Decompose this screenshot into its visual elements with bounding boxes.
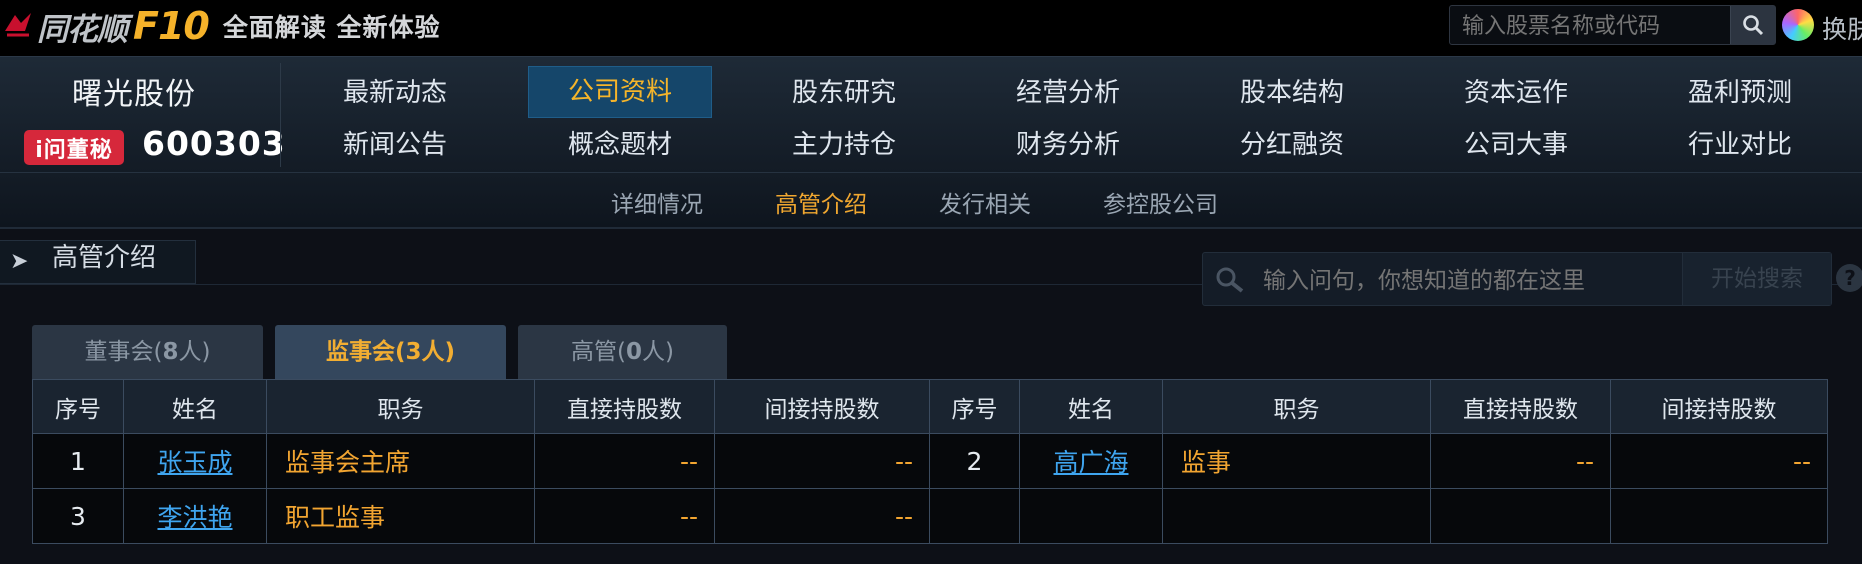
- tab-supervisory-board[interactable]: 监事会(3人): [275, 325, 506, 379]
- tab-unit: 人: [178, 339, 202, 365]
- col-header-position: 职务: [1162, 379, 1431, 434]
- nav-dividend-financing[interactable]: 分红融资: [1200, 121, 1384, 169]
- col-header-name: 姓名: [1019, 379, 1163, 434]
- cell-direct-shares: --: [534, 488, 715, 544]
- cell-direct-shares: --: [534, 433, 715, 489]
- tab-unit: 人: [642, 339, 665, 365]
- tab-board-of-directors[interactable]: 董事会(8人): [32, 325, 263, 379]
- subnav-subsidiaries[interactable]: 参控股公司: [1103, 185, 1218, 219]
- stock-search-input[interactable]: [1460, 6, 1734, 46]
- sub-nav: 详细情况 高管介绍 发行相关 参控股公司: [0, 172, 1862, 229]
- col-header-indirect-shares: 间接持股数: [714, 379, 930, 434]
- cell-position: 职工监事: [266, 488, 535, 544]
- stock-search-box: [1449, 5, 1776, 46]
- cell-position: 监事会主席: [266, 433, 535, 489]
- arrow-right-icon: ➤: [10, 249, 29, 274]
- person-link[interactable]: 李洪艳: [157, 503, 232, 532]
- table-header-row: 序号 姓名 职务 直接持股数 间接持股数 序号 姓名 职务 直接持股数 间接持股…: [32, 379, 1828, 434]
- cell-indirect-shares: --: [1610, 433, 1828, 489]
- stock-search-button[interactable]: [1730, 6, 1775, 44]
- nav-concept-themes[interactable]: 概念题材: [528, 121, 712, 169]
- nav-business-analysis[interactable]: 经营分析: [976, 69, 1160, 117]
- cell-position: [1162, 488, 1431, 544]
- tab-count: 8: [162, 339, 179, 365]
- stock-header: 曙光股份 i问董秘 600303 最新动态 公司资料 股东研究 经营分析 股本结…: [0, 56, 1862, 173]
- subnav-details[interactable]: 详细情况: [611, 185, 703, 219]
- cell-no: 2: [929, 433, 1020, 489]
- question-input[interactable]: [1261, 253, 1665, 307]
- help-icon[interactable]: ?: [1836, 264, 1862, 292]
- logo-name: 同花顺: [37, 11, 128, 48]
- supervisors-table: 序号 姓名 职务 直接持股数 间接持股数 序号 姓名 职务 直接持股数 间接持股…: [32, 379, 1828, 544]
- cell-no: 1: [32, 433, 124, 489]
- question-search-box: 开始搜索: [1202, 252, 1832, 307]
- nav-main-holdings[interactable]: 主力持仓: [752, 121, 936, 169]
- start-search-button[interactable]: 开始搜索: [1682, 253, 1831, 305]
- logo-slogan: 全面解读 全新体验: [222, 13, 441, 42]
- section-title: 高管介绍: [52, 243, 157, 273]
- top-bar: 同花顺 F10 全面解读 全新体验 换肤: [0, 0, 1862, 56]
- skin-palette-icon[interactable]: [1782, 9, 1814, 41]
- skin-switch-label[interactable]: 换肤: [1822, 10, 1862, 46]
- person-link[interactable]: 高广海: [1053, 448, 1128, 477]
- tab-unit: 人: [421, 339, 445, 365]
- table-row: 1 张玉成 监事会主席 -- -- 2 高广海 监事 -- --: [32, 433, 1828, 489]
- nav-profit-forecast[interactable]: 盈利预测: [1648, 69, 1832, 117]
- cell-direct-shares: --: [1430, 433, 1611, 489]
- tab-label: 高管: [571, 339, 617, 365]
- nav-company-info[interactable]: 公司资料: [528, 66, 712, 118]
- ask-secretary-button[interactable]: i问董秘: [24, 130, 124, 165]
- nav-latest-news[interactable]: 最新动态: [303, 69, 487, 117]
- nav-financial-analysis[interactable]: 财务分析: [976, 121, 1160, 169]
- col-header-no: 序号: [32, 379, 124, 434]
- company-name: 曙光股份: [72, 77, 196, 112]
- col-header-name: 姓名: [123, 379, 267, 434]
- cell-indirect-shares: [1610, 488, 1828, 544]
- person-link[interactable]: 张玉成: [157, 448, 232, 477]
- cell-name: 李洪艳: [123, 488, 267, 544]
- col-header-position: 职务: [266, 379, 535, 434]
- tab-label: 董事会: [84, 339, 154, 365]
- nav-share-structure[interactable]: 股本结构: [1200, 69, 1384, 117]
- cell-position: 监事: [1162, 433, 1431, 489]
- cell-indirect-shares: --: [714, 488, 930, 544]
- subnav-issuance[interactable]: 发行相关: [939, 185, 1031, 219]
- search-icon: [1216, 267, 1244, 293]
- search-icon: [1743, 15, 1764, 36]
- col-header-direct-shares: 直接持股数: [534, 379, 715, 434]
- section-title-box: ➤ 高管介绍: [0, 240, 196, 284]
- nav-shareholder-research[interactable]: 股东研究: [752, 69, 936, 117]
- nav-company-events[interactable]: 公司大事: [1424, 121, 1608, 169]
- cell-indirect-shares: --: [714, 433, 930, 489]
- nav-capital-operation[interactable]: 资本运作: [1424, 69, 1608, 117]
- tab-count: 0: [625, 339, 642, 365]
- stock-code: 600303: [142, 124, 286, 163]
- nav-news-announcements[interactable]: 新闻公告: [303, 121, 487, 169]
- tab-senior-management[interactable]: 高管(0人): [518, 325, 727, 379]
- cell-name: 张玉成: [123, 433, 267, 489]
- col-header-no: 序号: [929, 379, 1020, 434]
- cell-name: 高广海: [1019, 433, 1163, 489]
- ths-logo[interactable]: 同花顺 F10 全面解读 全新体验: [0, 4, 441, 48]
- cell-name: [1019, 488, 1163, 544]
- tab-count: 3: [405, 339, 422, 365]
- cell-no: [929, 488, 1020, 544]
- col-header-direct-shares: 直接持股数: [1430, 379, 1611, 434]
- logo-f10: F10: [133, 4, 210, 48]
- cell-no: 3: [32, 488, 124, 544]
- col-header-indirect-shares: 间接持股数: [1610, 379, 1828, 434]
- tab-label: 监事会: [325, 339, 395, 365]
- header-divider: [280, 63, 281, 167]
- table-row: 3 李洪艳 职工监事 -- --: [32, 488, 1828, 544]
- ths-logo-icon: [0, 8, 36, 44]
- nav-industry-comparison[interactable]: 行业对比: [1648, 121, 1832, 169]
- subnav-executives[interactable]: 高管介绍: [775, 185, 867, 219]
- cell-direct-shares: [1430, 488, 1611, 544]
